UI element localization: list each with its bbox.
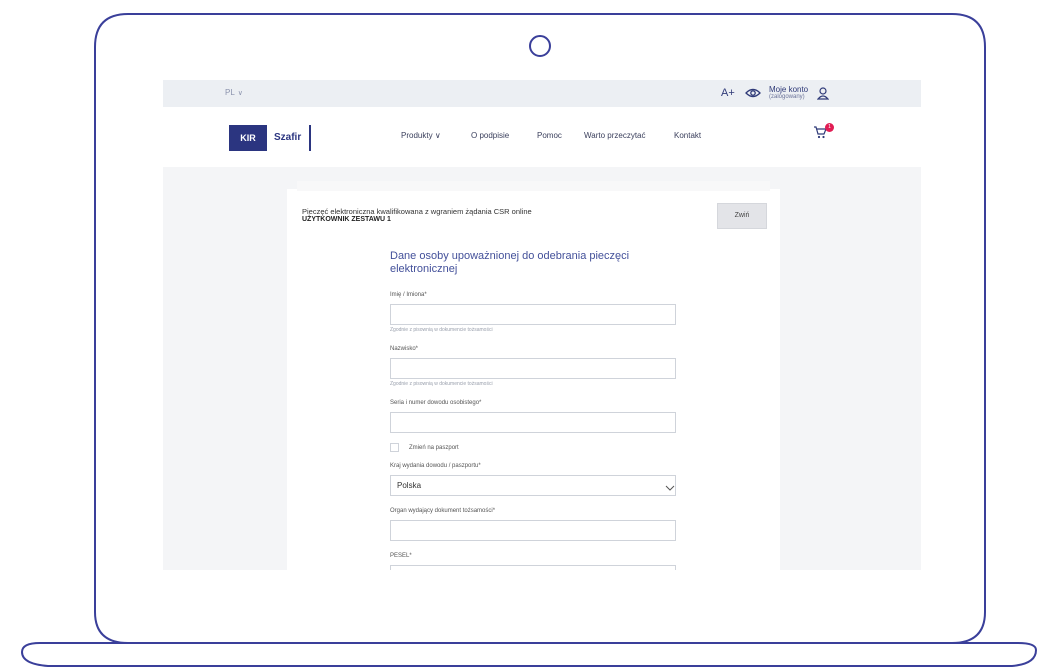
language-selector[interactable]: PL ∨ <box>225 88 243 97</box>
last-name-hint: Zgodnie z pisownią w dokumencie tożsamoś… <box>390 381 493 387</box>
browser-screen: PL ∨ A+ Moje konto (zalogowany) KIR Szafi… <box>163 80 921 570</box>
brand-name: Szafir <box>274 132 302 143</box>
first-name-hint: Zgodnie z pisownią w dokumencie tożsamoś… <box>390 327 493 333</box>
account-status: (zalogowany) <box>769 94 805 100</box>
chevron-down-icon: ∨ <box>237 90 243 97</box>
pesel-label: PESEL* <box>390 553 412 559</box>
kir-logo-mark: KIR <box>229 125 267 151</box>
nav-item-about-signature[interactable]: O podpisie <box>471 131 509 140</box>
product-user-label: UŻYTKOWNIK ZESTAWU 1 <box>302 216 391 223</box>
pesel-input[interactable] <box>390 565 676 570</box>
font-size-button[interactable]: A+ <box>721 87 735 99</box>
id-number-label: Seria i numer dowodu osobistego* <box>390 400 482 406</box>
last-name-input[interactable] <box>390 358 676 379</box>
first-name-label: Imię / Imiona* <box>390 292 427 298</box>
eye-icon[interactable] <box>745 88 761 98</box>
main-nav: KIR Szafir Produkty ∨ O podpisie Pomoc W… <box>163 107 921 167</box>
account-label: Moje konto <box>769 85 809 94</box>
nav-item-products[interactable]: Produkty ∨ <box>401 131 441 140</box>
utility-bar: PL ∨ A+ Moje konto (zalogowany) <box>163 80 921 107</box>
country-label: Kraj wydania dowodu / paszportu* <box>390 463 481 469</box>
chevron-down-icon: ∨ <box>434 131 441 140</box>
nav-item-help[interactable]: Pomoc <box>537 131 562 140</box>
logo-divider <box>309 125 311 151</box>
card-top-strip <box>297 181 770 191</box>
id-number-input[interactable] <box>390 412 676 433</box>
passport-checkbox[interactable] <box>390 443 399 452</box>
issuer-input[interactable] <box>390 520 676 541</box>
nav-item-contact[interactable]: Kontakt <box>674 131 701 140</box>
section-title: Dane osoby upoważnionej do odebrania pie… <box>390 250 630 275</box>
collapse-button[interactable]: Zwiń <box>717 203 767 229</box>
order-card <box>287 189 780 570</box>
chevron-down-icon <box>665 485 675 491</box>
product-title: Pieczęć elektroniczna kwalifikowana z wg… <box>302 207 532 216</box>
issuer-label: Organ wydający dokument tożsamości* <box>390 508 496 514</box>
account-link[interactable]: Moje konto (zalogowany) <box>769 85 808 101</box>
nav-item-worth-reading[interactable]: Warto przeczytać <box>584 131 646 140</box>
country-select[interactable]: Polska <box>390 475 676 496</box>
user-icon[interactable] <box>817 87 829 100</box>
passport-checkbox-label: Zmień na paszport <box>409 445 459 451</box>
page-content: Pieczęć elektroniczna kwalifikowana z wg… <box>163 167 921 570</box>
cart-count-badge: 1 <box>825 123 834 132</box>
first-name-input[interactable] <box>390 304 676 325</box>
last-name-label: Nazwisko* <box>390 346 419 352</box>
country-selected-value: Polska <box>397 481 422 490</box>
